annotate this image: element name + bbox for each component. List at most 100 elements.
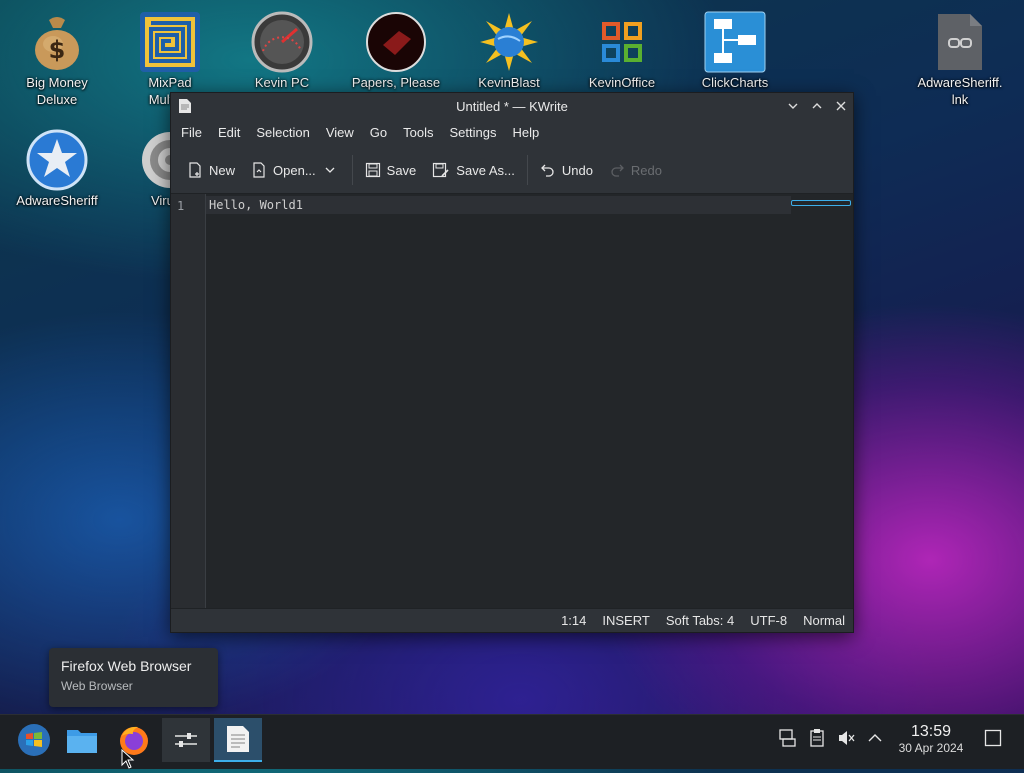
desktop-icon-label: KevinOffice [588,75,656,90]
mixpad-icon [138,10,202,74]
tooltip-title: Firefox Web Browser [61,658,192,674]
volume-muted-icon [839,731,855,745]
open-button[interactable]: Open... [243,154,320,186]
undo-button-label: Undo [561,162,593,178]
start-menu-button[interactable] [10,718,58,762]
minimize-icon[interactable] [781,93,805,119]
mouse-cursor-icon [121,748,135,773]
document-icon[interactable] [178,98,192,118]
desktop-icon-clickcharts[interactable]: ClickCharts [683,4,787,91]
status-bar: 1:14 INSERT Soft Tabs: 4 UTF-8 Normal [171,608,853,632]
menu-edit[interactable]: Edit [210,119,248,147]
globe-burst-icon [477,10,541,74]
taskbar: 13:59 30 Apr 2024 [0,714,1024,769]
desktop-icon-kevinoffice[interactable]: KevinOffice [570,4,674,91]
tray-clipboard[interactable] [806,727,828,749]
show-desktop-button[interactable] [982,727,1004,749]
maximize-icon[interactable] [805,93,829,119]
scrollbar-minimap[interactable] [791,200,851,206]
tray-network[interactable] [776,727,798,749]
desktop-icon-label: KevinBlast [478,75,540,90]
chevron-up-icon [868,734,882,742]
taskbar-tooltip: Firefox Web Browser Web Browser [49,648,218,707]
cursor-position[interactable]: 1:14 [553,613,594,628]
save-button-label: Save [386,162,417,178]
speedometer-icon [250,10,314,74]
menu-settings[interactable]: Settings [442,119,505,147]
system-settings-button[interactable] [162,718,210,762]
clock-date: 30 Apr 2024 [898,741,964,755]
menu-go[interactable]: Go [362,119,395,147]
clock-time: 13:59 [910,723,952,740]
kwrite-taskbar-button[interactable] [214,718,262,762]
chevron-down-icon [325,167,335,173]
link-file-icon [928,10,992,74]
line-number: 1 [177,199,185,213]
desktop-icon-label: ClickCharts [701,75,769,90]
editor-text[interactable]: Hello, World1 [209,198,303,212]
desktop-icon-label: Papers, Please [351,75,441,90]
svg-text:$: $ [49,36,66,64]
office-icon [590,10,654,74]
syntax-mode[interactable]: Normal [795,613,853,628]
redo-button[interactable]: Redo [601,154,670,186]
encoding-setting[interactable]: UTF-8 [742,613,795,628]
desktop-icon-label: Big Money Deluxe [26,75,88,107]
desktop-icon-label: AdwareSheriff [16,193,98,208]
toolbar-separator [351,155,353,185]
save-as-icon [433,162,449,178]
save-button[interactable]: Save [357,154,425,186]
new-button[interactable]: New [179,154,243,186]
new-document-icon [189,162,201,178]
tray-volume[interactable] [835,727,857,749]
close-icon[interactable] [829,93,853,119]
papers-please-icon [364,10,428,74]
open-document-icon [253,162,265,178]
save-icon [365,162,380,178]
desktop-icon-kevinblast[interactable]: KevinBlast [457,4,561,91]
desktop-icon-big-money[interactable]: $ Big Money Deluxe [5,4,109,108]
clipboard-icon [810,729,824,747]
undo-button[interactable]: Undo [532,154,601,186]
window-title: Untitled * — KWrite [456,98,568,114]
save-as-button[interactable]: Save As... [424,154,523,186]
money-bag-icon: $ [25,10,89,74]
desktop-icon-label: AdwareSheriff. lnk [917,75,1003,107]
tooltip-subtitle: Web Browser [61,679,133,693]
new-button-label: New [209,162,236,178]
tray-expand[interactable] [864,727,886,749]
desktop-icon [984,729,1002,747]
menu-tools[interactable]: Tools [395,119,441,147]
toolbar-separator [526,155,528,185]
file-manager-button[interactable] [58,718,106,762]
menu-help[interactable]: Help [504,119,547,147]
input-mode[interactable]: INSERT [594,613,657,628]
menu-view[interactable]: View [318,119,362,147]
text-editor[interactable]: 1 Hello, World1 [171,194,853,608]
folder-icon [67,730,97,753]
desktop-icon-adwaresheriff[interactable]: AdwareSheriff [5,122,109,209]
flowchart-icon [703,10,767,74]
desktop-icon-adwaresheriff-lnk[interactable]: AdwareSheriff. lnk [908,4,1012,108]
menu-bar: File Edit Selection View Go Tools Settin… [171,119,853,147]
indentation-setting[interactable]: Soft Tabs: 4 [658,613,742,628]
start-orb-icon [18,724,50,756]
title-bar[interactable]: Untitled * — KWrite [171,93,853,119]
text-editor-icon [227,726,249,752]
redo-button-label: Redo [630,162,662,178]
menu-file[interactable]: File [173,119,210,147]
desktop-icon-papers-please[interactable]: Papers, Please [344,4,448,91]
kwrite-window[interactable]: Untitled * — KWrite File Edit Selection … [170,92,854,633]
menu-selection[interactable]: Selection [248,119,317,147]
redo-icon [611,164,624,177]
open-button-label: Open... [273,162,316,178]
network-icon [779,729,796,747]
toolbar: New Open... Save Save As... Undo Redo [171,147,853,194]
desktop-icon-label: Kevin PC [254,75,310,90]
settings-sliders-icon [175,733,197,747]
undo-icon [540,164,554,177]
line-number-gutter[interactable]: 1 [171,194,206,608]
clock[interactable]: 13:59 30 Apr 2024 [888,723,974,755]
open-dropdown-button[interactable] [320,154,348,186]
desktop-icon-kevin-pc[interactable]: Kevin PC [230,4,334,91]
